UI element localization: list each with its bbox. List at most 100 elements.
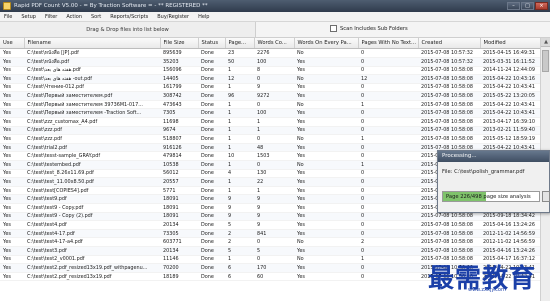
table-row[interactable]: Yes C:\test\test4-17-a4.pdf 603771 Done 2 0 No… [0, 237, 540, 247]
table-row[interactable]: Yes C:\test\test3.pdf 20134 Done 5 5 Yes 0 2015-… [0, 246, 540, 256]
menu-help[interactable]: Help [198, 14, 209, 20]
menu-filter[interactable]: Filter [45, 14, 57, 20]
app-icon [3, 2, 11, 10]
col-filename-header[interactable]: Filename [24, 38, 161, 49]
use-cell: Yes [0, 255, 24, 265]
words-count-cell: 5 [254, 246, 294, 256]
table-row[interactable]: Yes C:\test\هفته های بعد.pdf 156096 Done 1 8 Y… [0, 66, 540, 76]
status-cell: Done [198, 186, 225, 196]
words-on-every-page-cell: Yes [294, 117, 358, 127]
file-size-cell: 18189 [160, 272, 198, 282]
modified-cell: 2013-02-21 11:59:40 [480, 126, 540, 136]
status-cell: Done [198, 160, 225, 170]
file-size-cell: 5771 [160, 186, 198, 196]
close-button[interactable]: × [535, 2, 548, 10]
words-on-every-page-cell: Yes [294, 143, 358, 153]
created-cell: 2015-07-08 10:58:08 [418, 229, 480, 239]
menu-buy-register[interactable]: Buy/Register [157, 14, 189, 20]
menu-file[interactable]: File [4, 14, 12, 20]
table-row[interactable]: Yes C:\test\test9 - Copy (2).pdf 18091 Done… [0, 212, 540, 222]
table-row[interactable]: Yes C:\test\test4.pdf 20134 Done 5 9 Yes 0 2015-… [0, 220, 540, 230]
use-cell: Yes [0, 212, 24, 222]
col-modified-header[interactable]: Modified [480, 38, 541, 49]
col-created-header[interactable]: Created [418, 38, 481, 49]
table-row[interactable]: Yes C:\test\หนังสือ.pdf 35203 Done 50 100 Yes 0… [0, 57, 540, 67]
modified-cell: 2015-03-31 16:11:52 [480, 57, 540, 67]
filename-cell: C:\test\هفته های بعد.pdf [24, 66, 160, 76]
pages-cell: 1 [225, 117, 254, 127]
col-file-size-header[interactable]: File Size [160, 38, 199, 49]
filename-cell: C:\test\test[COPIES4].pdf [24, 186, 160, 196]
created-cell: 2015-07-08 10:58:08 [418, 91, 480, 101]
file-size-cell: 20134 [160, 220, 198, 230]
menu-setup[interactable]: Setup [21, 14, 36, 20]
status-cell: Done [198, 100, 225, 110]
file-size-cell: 916126 [160, 143, 198, 153]
table-row[interactable]: Yes C:\test\Чтение-012.pdf 161799 Done 1 9 Yes… [0, 83, 540, 93]
scroll-up-icon[interactable]: ▲ [541, 38, 550, 47]
created-cell: 2015-07-08 10:58:08 [418, 126, 480, 136]
use-cell: Yes [0, 74, 24, 84]
pages-cell: 6 [225, 272, 254, 282]
created-cell: 2015-07-08 10:57:32 [418, 57, 480, 67]
words-on-every-page-cell: No [294, 48, 358, 58]
minimize-button[interactable]: – [507, 2, 520, 10]
maximize-button[interactable]: □ [521, 2, 534, 10]
scroll-thumb[interactable] [542, 50, 549, 72]
col-words-count-header[interactable]: Words Co... [254, 38, 295, 49]
status-cell: Done [198, 143, 225, 153]
pages-no-text-cell: 0 [358, 83, 418, 93]
modified-cell: 2015-04-16 13:24:26 [480, 246, 540, 256]
col-status-header[interactable]: Status [198, 38, 226, 49]
file-size-cell: 518807 [160, 134, 198, 144]
words-count-cell: 8 [254, 66, 294, 76]
words-count-cell: 9 [254, 194, 294, 204]
pages-cell: 1 [225, 108, 254, 119]
modified-cell: 2015-04-16 13:24:26 [480, 220, 540, 230]
words-on-every-page-cell: Yes [294, 272, 358, 282]
words-count-cell: 130 [254, 169, 294, 179]
words-count-cell: 60 [254, 272, 294, 282]
pages-no-text-cell: 0 [358, 66, 418, 76]
table-row[interactable]: Yes C:\test\Первый заместителем.pdf 308742… [0, 91, 540, 101]
table-row[interactable]: Yes C:\test\test4-17.pdf 73305 Done 2 841 Yes 0… [0, 229, 540, 239]
use-cell: Yes [0, 246, 24, 256]
table-row[interactable]: Yes C:\test\هفته های بعد -out.pdf 14405 Don… [0, 74, 540, 84]
dialog-side-button[interactable] [542, 191, 550, 202]
menu-reports-scripts[interactable]: Reports/Scripts [110, 14, 148, 20]
file-size-cell: 73305 [160, 229, 198, 239]
table-row[interactable]: Yes C:\test\หนังสือ [JP].pdf 895639 Done 23 2… [0, 48, 540, 58]
words-on-every-page-cell: Yes [294, 194, 358, 204]
words-count-cell: 9 [254, 220, 294, 230]
table-row[interactable]: Yes C:\test\Первый заместителем 39736M1-0… [0, 100, 540, 110]
modified-cell: 2015-04-22 10:43:41 [480, 108, 540, 119]
words-on-every-page-cell: Yes [294, 212, 358, 222]
col-words-on-every-page-header[interactable]: Words On Every Pa... [294, 38, 359, 49]
file-size-cell: 70200 [160, 263, 198, 273]
file-size-cell: 11146 [160, 255, 198, 265]
menu-sort[interactable]: Sort [91, 14, 101, 20]
words-count-cell: 170 [254, 263, 294, 273]
pages-cell: 1 [225, 160, 254, 170]
use-cell: Yes [0, 169, 24, 179]
menu-action[interactable]: Action [66, 14, 82, 20]
filename-cell: C:\test\Первый заместителем.pdf [24, 91, 160, 101]
filename-cell: C:\test\testembed.pdf [24, 160, 160, 170]
subfolder-option[interactable]: Scan Includes Sub Folders [330, 25, 408, 32]
words-on-every-page-cell: Yes [294, 229, 358, 239]
table-row[interactable]: Yes C:\test\zzz_customax_A4.pdf 11698 Done 1… [0, 117, 540, 127]
words-count-cell: 100 [254, 108, 294, 119]
table-row[interactable]: Yes C:\test\zzz.pdf 9674 Done 1 1 Yes 0 2015-07-… [0, 126, 540, 136]
table-row[interactable]: Yes C:\test\Первый заместителем -Traction… [0, 108, 540, 119]
progress-label: Page 226/498 page size analysis [446, 194, 531, 200]
col-pages-header[interactable]: Page... [225, 38, 255, 49]
drop-zone[interactable]: Drag & Drop files into list below [0, 22, 256, 37]
col-pages-no-text-header[interactable]: Pages With No Text... [358, 38, 419, 49]
pages-cell: 9 [225, 212, 254, 222]
use-cell: Yes [0, 66, 24, 76]
table-row[interactable]: Yes C:\test\zzz.pdf 518807 Done 1 0 No 1 2015-07… [0, 134, 540, 144]
words-on-every-page-cell: Yes [294, 263, 358, 273]
col-use-header[interactable]: Use [0, 38, 25, 49]
subfolder-checkbox[interactable] [330, 25, 337, 32]
status-cell: Done [198, 212, 225, 222]
